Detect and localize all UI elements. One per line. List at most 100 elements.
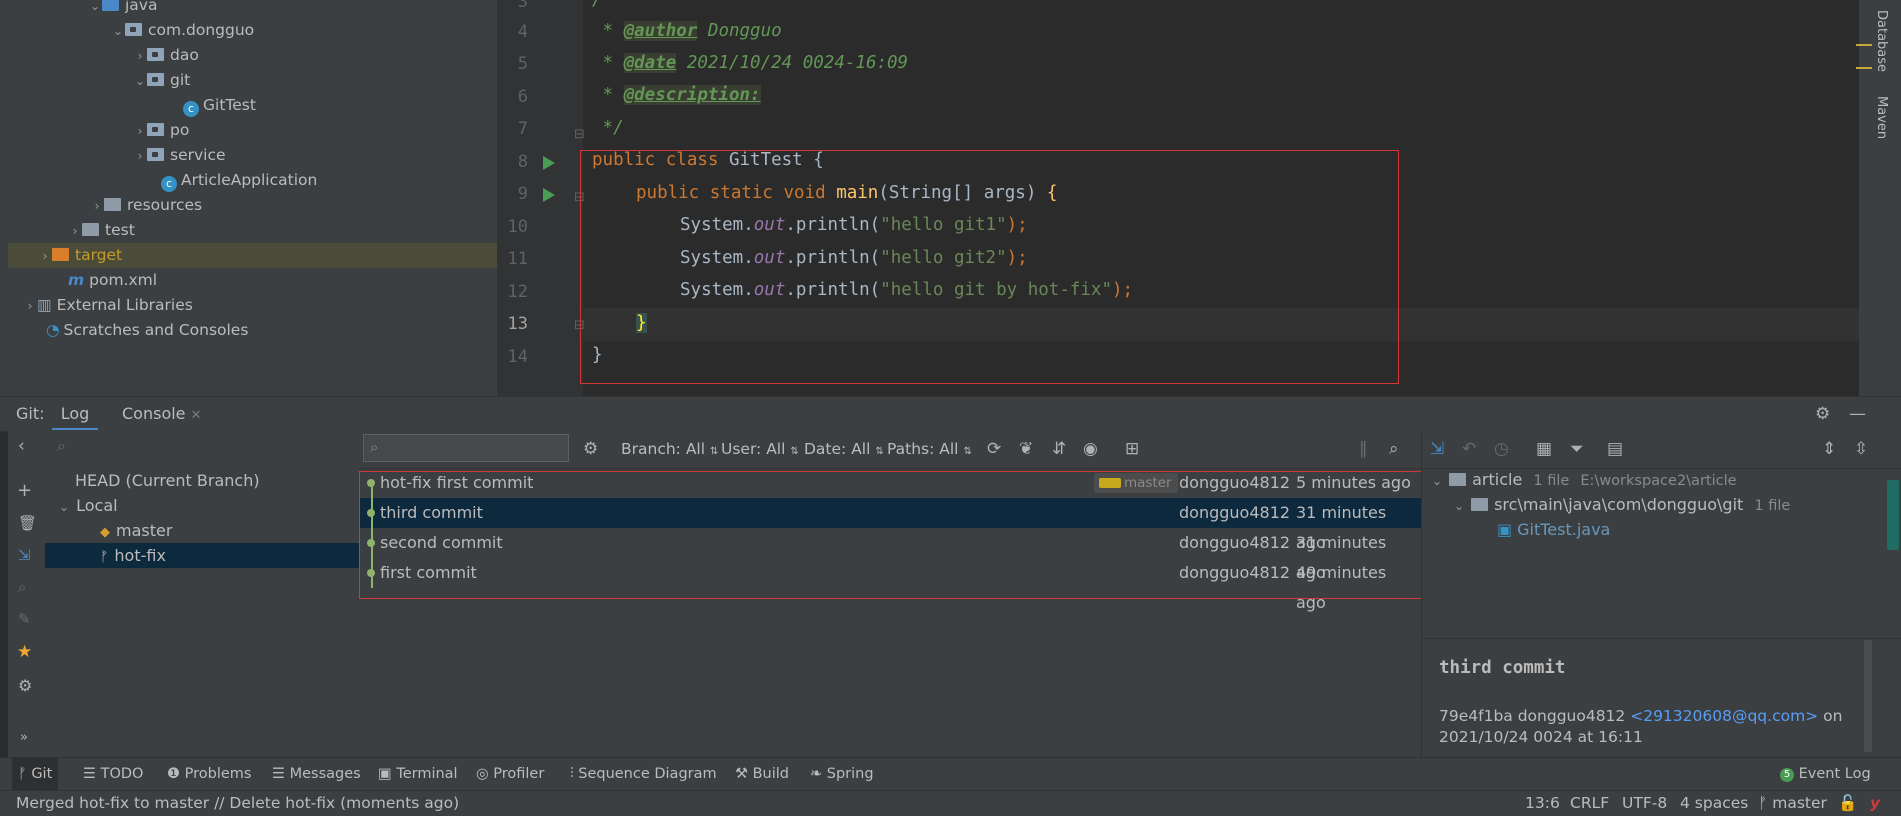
tool-messages[interactable]: ☰ Messages bbox=[272, 758, 361, 791]
current-branch[interactable]: ᚠ master bbox=[1758, 791, 1827, 816]
line-separator[interactable]: CRLF bbox=[1570, 791, 1609, 816]
tree-item-articleapplication[interactable]: c ArticleApplication bbox=[161, 168, 317, 193]
search-icon[interactable]: ⌕ bbox=[57, 436, 66, 456]
tree-item-git[interactable]: ⌄ git bbox=[133, 68, 190, 93]
tree-item-java[interactable]: ⌄ java bbox=[88, 0, 157, 18]
close-icon[interactable]: ✕ bbox=[191, 408, 202, 423]
run-main-icon[interactable] bbox=[543, 188, 555, 202]
branch-local-group[interactable]: ⌄ Local bbox=[57, 493, 118, 518]
tree-item-po[interactable]: › po bbox=[133, 118, 190, 144]
changes-root[interactable]: ⌄ article 1 file E:\workspace2\article bbox=[1430, 470, 1737, 489]
search-icon[interactable]: ⌕ bbox=[18, 578, 26, 596]
file-encoding[interactable]: UTF-8 bbox=[1622, 791, 1667, 816]
tool-problems[interactable]: ❶ Problems bbox=[167, 758, 251, 791]
chevron-right-icon[interactable]: › bbox=[133, 119, 147, 144]
group-icon[interactable]: ▦ bbox=[1536, 430, 1552, 468]
layout-icon[interactable]: ▤ bbox=[1607, 430, 1623, 468]
run-class-icon[interactable] bbox=[543, 156, 555, 170]
tree-item-test[interactable]: › test bbox=[68, 218, 135, 243]
gear-icon[interactable]: ⚙ bbox=[583, 430, 598, 468]
settings-icon[interactable]: ⚙ bbox=[18, 676, 32, 695]
tool-sequence-diagram[interactable]: ⫶ Sequence Diagram bbox=[570, 758, 717, 791]
lock-icon[interactable]: 🔓 bbox=[1838, 791, 1857, 816]
commit-title: third commit bbox=[1439, 658, 1566, 678]
plugin-icon[interactable]: y bbox=[1870, 791, 1880, 816]
expand-icon[interactable]: » bbox=[20, 730, 28, 745]
tree-item-dao[interactable]: › dao bbox=[133, 43, 199, 68]
database-tab[interactable]: Database bbox=[1874, 10, 1889, 72]
eye-icon[interactable]: ◉ bbox=[1083, 430, 1098, 468]
changes-dir[interactable]: ⌄ src\main\java\com\dongguo\git 1 file bbox=[1452, 495, 1790, 514]
branch-filter[interactable]: Branch: All ⇅ bbox=[621, 430, 718, 468]
tool-profiler[interactable]: ◎ Profiler bbox=[476, 758, 544, 791]
minimize-icon[interactable]: — bbox=[1849, 395, 1866, 433]
tree-item-target[interactable]: › target bbox=[8, 243, 497, 268]
search-icon[interactable]: ⌕ bbox=[1389, 430, 1399, 468]
tool-build[interactable]: ⚒ Build bbox=[735, 758, 789, 791]
tool-terminal[interactable]: ▣ Terminal bbox=[378, 758, 458, 791]
chevron-right-icon[interactable]: › bbox=[68, 219, 82, 244]
tool-todo[interactable]: ☰ TODO bbox=[83, 758, 143, 791]
chevron-right-icon[interactable]: › bbox=[23, 294, 37, 319]
tree-item-service[interactable]: › service bbox=[133, 143, 226, 168]
changed-file[interactable]: ▣ GitTest.java bbox=[1497, 520, 1610, 539]
gear-icon[interactable]: ⚙ bbox=[1815, 395, 1830, 433]
update-icon[interactable]: ⇲ bbox=[1430, 430, 1444, 468]
scrollbar[interactable] bbox=[1864, 640, 1872, 752]
indent-setting[interactable]: 4 spaces bbox=[1680, 791, 1748, 816]
branch-hot-fix[interactable]: ᚠ hot-fix bbox=[45, 543, 359, 568]
collapse-all-icon[interactable]: ⇳ bbox=[1854, 430, 1868, 468]
chevron-right-icon[interactable]: › bbox=[133, 44, 147, 69]
tree-item-pom[interactable]: m pom.xml bbox=[68, 268, 157, 293]
tree-item-package[interactable]: ⌄ com.dongguo bbox=[111, 18, 254, 43]
chevron-down-icon[interactable]: ⌄ bbox=[1430, 474, 1444, 488]
tool-git[interactable]: ᚠ Git bbox=[12, 758, 59, 791]
tree-item-scratches[interactable]: ◔ Scratches and Consoles bbox=[46, 318, 248, 343]
chevron-down-icon[interactable]: ⌄ bbox=[1452, 499, 1466, 513]
maven-tab[interactable]: Maven bbox=[1874, 96, 1889, 139]
tree-item-external-libraries[interactable]: › ▥ External Libraries bbox=[23, 293, 193, 318]
chevron-down-icon[interactable]: ⌄ bbox=[133, 69, 147, 94]
tree-item-resources[interactable]: › resources bbox=[90, 193, 203, 219]
chevron-left-icon[interactable]: ‹ bbox=[18, 436, 25, 456]
history-icon[interactable]: ◷ bbox=[1494, 430, 1509, 468]
tab-console[interactable]: Console ✕ bbox=[122, 397, 202, 431]
tool-spring[interactable]: ❧ Spring bbox=[810, 758, 874, 791]
chevron-down-icon[interactable]: ⌄ bbox=[57, 495, 71, 520]
branch-master[interactable]: ◆ master bbox=[100, 518, 172, 543]
cherry-pick-icon[interactable]: ❦ bbox=[1019, 430, 1033, 468]
chevron-right-icon[interactable]: › bbox=[38, 244, 52, 269]
caret-position[interactable]: 13:6 bbox=[1525, 791, 1560, 816]
event-log[interactable]: 5 Event Log bbox=[1780, 758, 1871, 791]
refresh-icon[interactable]: ⟳ bbox=[987, 430, 1001, 468]
revert-icon[interactable]: ↶ bbox=[1462, 430, 1476, 468]
delete-icon[interactable]: 🗑 bbox=[18, 514, 37, 532]
branch-icon: ᚠ bbox=[18, 766, 32, 782]
fold-icon[interactable]: ⊟ bbox=[574, 127, 585, 142]
log-search-input[interactable]: ⌕ bbox=[363, 434, 569, 462]
filter-icon[interactable]: ⏷ bbox=[1570, 430, 1584, 468]
tab-log[interactable]: Log bbox=[52, 397, 98, 431]
chevron-right-icon[interactable]: › bbox=[90, 194, 104, 219]
new-tab-icon[interactable]: ⊞ bbox=[1125, 430, 1139, 468]
expand-all-icon[interactable]: ⇕ bbox=[1822, 430, 1836, 468]
chevron-right-icon[interactable]: › bbox=[133, 144, 147, 169]
user-filter[interactable]: User: All ⇅ bbox=[721, 430, 799, 468]
date-filter[interactable]: Date: All ⇅ bbox=[804, 430, 884, 468]
scrollbar-indicator[interactable] bbox=[1887, 480, 1899, 550]
star-icon[interactable]: ★ bbox=[17, 642, 32, 662]
status-message[interactable]: Merged hot-fix to master // Delete hot-f… bbox=[16, 791, 459, 816]
tree-item-gittest[interactable]: c GitTest bbox=[183, 93, 256, 118]
chevron-down-icon[interactable]: ⌄ bbox=[111, 19, 125, 44]
email-link[interactable]: <291320608@qq.com> bbox=[1630, 707, 1818, 725]
chevron-down-icon[interactable]: ⌄ bbox=[88, 0, 102, 19]
add-icon[interactable]: + bbox=[17, 480, 32, 501]
update-icon[interactable]: ⇲ bbox=[18, 546, 31, 564]
sort-icon[interactable]: ⇵ bbox=[1052, 430, 1066, 468]
line-number: 8 bbox=[517, 152, 528, 172]
pause-icon[interactable]: ∥ bbox=[1359, 430, 1368, 468]
branch-head[interactable]: HEAD (Current Branch) bbox=[75, 468, 260, 493]
edit-icon[interactable]: ✎ bbox=[18, 610, 31, 628]
paths-filter[interactable]: Paths: All ⇅ bbox=[887, 430, 972, 468]
branches-panel: ⌕ HEAD (Current Branch) ⌄ Local ◆ master … bbox=[45, 430, 360, 757]
